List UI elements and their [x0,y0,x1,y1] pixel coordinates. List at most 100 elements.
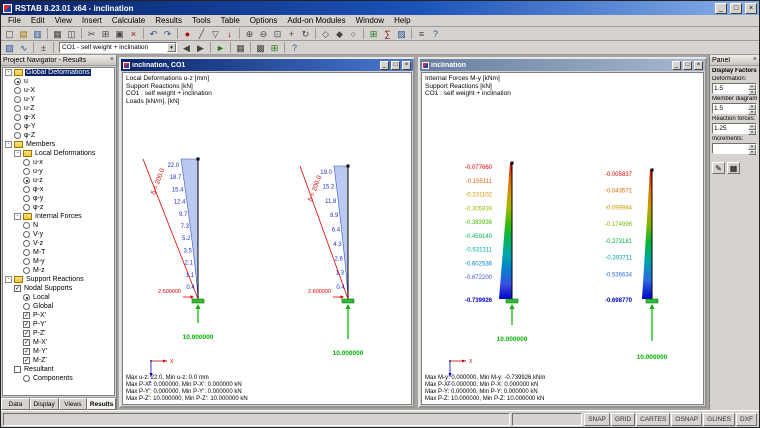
child-close-button[interactable]: × [694,60,703,70]
nav-tab-data[interactable]: Data [1,398,30,410]
child-window-internal-forces[interactable]: inclination _ □ × -0.077660 -0.155111 -0.2… [418,57,707,408]
maximize-button[interactable]: □ [730,2,742,14]
menu-options[interactable]: Options [245,16,283,25]
checkbox-icon[interactable]: ✓ [23,330,30,337]
delete-icon[interactable]: × [127,28,140,40]
tree-item-m-z[interactable]: ✓ M-Z' [3,356,114,365]
tree-item-resultant[interactable]: Resultant [3,365,114,374]
checkbox-icon[interactable]: ✓ [23,339,30,346]
menu-results[interactable]: Results [150,16,187,25]
radio-icon[interactable] [23,204,30,211]
radio-icon[interactable] [23,231,30,238]
menu-edit[interactable]: Edit [26,16,50,25]
radio-icon[interactable] [23,159,30,166]
graphics-canvas[interactable]: δ = 200.0 22.0 18.7 15.4 12.4 9.7 7.3 5.2 3.5 2.1… [122,72,412,405]
tree-item-p-y[interactable]: ✓ P-Y' [3,320,114,329]
radio-icon[interactable] [23,375,30,382]
print-icon[interactable]: ▦ [51,28,64,40]
tree-item-u[interactable]: u [3,77,114,86]
nav-tab-results[interactable]: Results [87,398,116,410]
help-icon[interactable]: ? [429,28,442,40]
child-restore-button[interactable]: □ [391,60,400,70]
tree-item-y[interactable]: φ-Y [3,122,114,131]
checkbox-icon[interactable] [14,366,21,373]
show-results-icon[interactable]: ▨ [3,42,16,54]
child-minimize-button[interactable]: _ [380,60,389,70]
status-toggle-dxf[interactable]: DXF [736,412,757,426]
tree-item-m-y[interactable]: ✓ M-Y' [3,347,114,356]
tree-item-nodal-supports[interactable]: ✓ Nodal Supports [3,284,114,293]
spinner-down-icon[interactable]: ▼ [748,129,756,135]
tables-toggle-icon[interactable]: ⊞ [268,42,281,54]
nav-tab-display[interactable]: Display [29,398,59,410]
view-isometric-icon[interactable]: ◇ [319,28,332,40]
tree-expander-icon[interactable]: - [5,276,12,283]
previous-load-case-icon[interactable]: ◀ [180,42,193,54]
spinner-down-icon[interactable]: ▼ [748,89,756,95]
combo-dropdown-icon[interactable]: ▼ [167,43,176,52]
menu-help[interactable]: Help [389,16,415,25]
redo-icon[interactable]: ↷ [161,28,174,40]
load-case-combo[interactable]: CO1 - self weight + inclination ▼ [59,42,177,53]
deformed-shape-icon[interactable]: ∿ [17,42,30,54]
animation-icon[interactable]: ► [214,42,227,54]
tree-item-z[interactable]: φ-z [3,203,114,212]
tree-item-local[interactable]: Local [3,293,114,302]
view-xy-icon[interactable]: ○ [347,28,360,40]
zoom-out-icon[interactable]: ⊖ [257,28,270,40]
open-file-icon[interactable]: ▤ [17,28,30,40]
tree-item-internal-forces[interactable]: - Internal Forces [3,212,114,221]
panel-close-icon[interactable]: × [753,56,757,64]
radio-icon[interactable] [23,195,30,202]
tree-item-u-z[interactable]: u-z [3,176,114,185]
tree-item-p-x[interactable]: ✓ P-X' [3,311,114,320]
radio-icon[interactable] [14,87,21,94]
tree-item-x[interactable]: φ-X [3,113,114,122]
undo-icon[interactable]: ↶ [147,28,160,40]
tree-expander-icon[interactable]: - [14,150,21,157]
spinner-arrows[interactable]: ▲ ▼ [748,124,756,135]
new-support-icon[interactable]: ▽ [209,28,222,40]
status-toggle-snap[interactable]: SNAP [584,412,610,426]
tree-item-u-y[interactable]: u-y [3,167,114,176]
save-file-icon[interactable]: ▥ [31,28,44,40]
close-button[interactable]: × [745,2,757,14]
tree-item-support-reactions[interactable]: - Support Reactions [3,275,114,284]
tree-item-local-deformations[interactable]: - Local Deformations [3,149,114,158]
zoom-window-icon[interactable]: ⊡ [271,28,284,40]
child-minimize-button[interactable]: _ [672,60,681,70]
status-toggle-osnap[interactable]: OSNAP [671,412,703,426]
status-toggle-grid[interactable]: GRID [610,412,636,426]
radio-icon[interactable] [14,96,21,103]
tree-item-u-x[interactable]: u-x [3,158,114,167]
radio-icon[interactable] [14,132,21,139]
new-load-icon[interactable]: ↓ [223,28,236,40]
tree-item-z[interactable]: φ-Z [3,131,114,140]
new-file-icon[interactable]: ▢ [3,28,16,40]
tree-item-m-x[interactable]: ✓ M-X' [3,338,114,347]
paste-icon[interactable]: ▣ [113,28,126,40]
print-graphic-icon[interactable]: ▦ [234,42,247,54]
checkbox-icon[interactable]: ✓ [23,357,30,364]
view-xz-icon[interactable]: ◆ [333,28,346,40]
tree-item-m-y[interactable]: M-y [3,257,114,266]
tree-item-m-t[interactable]: M-T [3,248,114,257]
radio-icon[interactable] [14,105,21,112]
tree-item-global-deformations[interactable]: - Global Deformations [3,68,114,77]
zoom-in-icon[interactable]: ⊕ [243,28,256,40]
menu-tools[interactable]: Tools [187,16,216,25]
spinner-arrows[interactable]: ▲ ▼ [748,104,756,115]
tree-expander-icon[interactable]: - [5,141,12,148]
menu-calculate[interactable]: Calculate [107,16,150,25]
tree-item-components[interactable]: Components [3,374,114,383]
radio-icon[interactable] [23,240,30,247]
tree-item-v-z[interactable]: V-z [3,239,114,248]
calculate-icon[interactable]: ∑ [381,28,394,40]
copy-icon[interactable]: ⊞ [99,28,112,40]
tables-icon[interactable]: ⊞ [367,28,380,40]
radio-icon[interactable] [23,258,30,265]
panel-toggle-icon[interactable]: ▩ [254,42,267,54]
new-node-icon[interactable]: ● [181,28,194,40]
radio-icon[interactable] [23,186,30,193]
child-window-deformations[interactable]: inclination, CO1 _ □ × δ = 200.0 22.0 18.7… [119,57,415,408]
